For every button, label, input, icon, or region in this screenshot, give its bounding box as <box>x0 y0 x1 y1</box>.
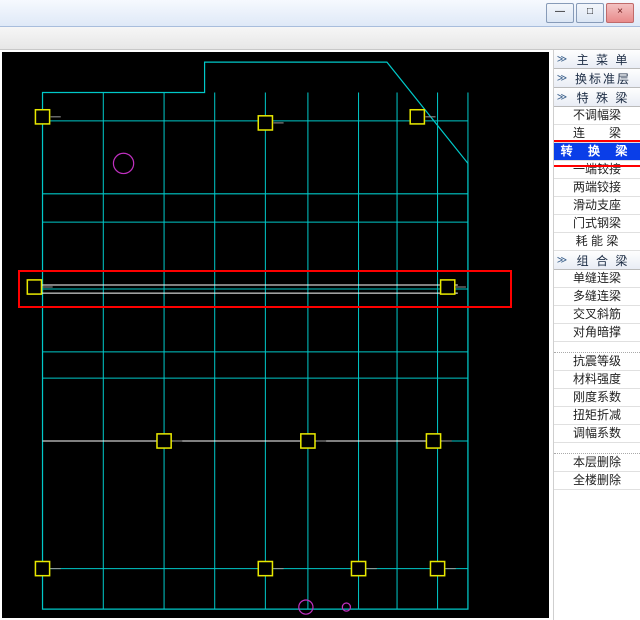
menu-item-composite[interactable]: 单缝连梁 <box>554 270 640 288</box>
menu-item-extra[interactable]: 材料强度 <box>554 371 640 389</box>
menu-head-switch[interactable]: ≫ 换标准层 <box>554 69 640 88</box>
plan-svg <box>2 52 549 618</box>
canvas-container <box>2 52 549 618</box>
special-beam-list: 不调幅梁连 梁转 换 梁一端铰接两端铰接滑动支座门式钢梁耗 能 梁 <box>554 107 640 251</box>
delete-list: 本层删除全楼删除 <box>554 454 640 490</box>
menu-item-extra[interactable]: 刚度系数 <box>554 389 640 407</box>
menu-item-special[interactable]: 连 梁 <box>554 125 640 143</box>
menu-head-composite[interactable]: ≫ 组 合 梁 <box>554 251 640 270</box>
menu-item-special[interactable]: 不调幅梁 <box>554 107 640 125</box>
menu-item-special[interactable]: 滑动支座 <box>554 197 640 215</box>
menu-head-switch-label: 换标准层 <box>570 70 636 87</box>
chevron-right-icon: ≫ <box>554 255 570 266</box>
menu-item-delete[interactable]: 本层删除 <box>554 454 640 472</box>
menu-head-special-label: 特 殊 梁 <box>570 89 636 106</box>
chevron-right-icon: ≫ <box>554 92 570 103</box>
window-buttons: — □ × <box>546 3 634 23</box>
chevron-right-icon: ≫ <box>554 54 570 65</box>
menu-item-special[interactable]: 一端铰接 <box>554 161 640 179</box>
menu-head-main[interactable]: ≫ 主 菜 单 <box>554 50 640 69</box>
window-close-button[interactable]: × <box>606 3 634 23</box>
menu-item-composite[interactable]: 交叉斜筋 <box>554 306 640 324</box>
window-maximize-button[interactable]: □ <box>576 3 604 23</box>
menu-head-main-label: 主 菜 单 <box>570 51 636 68</box>
floor-plan-canvas[interactable] <box>2 52 549 618</box>
menu-item-composite[interactable]: 多缝连梁 <box>554 288 640 306</box>
menu-separator <box>554 443 640 454</box>
menu-item-special[interactable]: 门式钢梁 <box>554 215 640 233</box>
chevron-right-icon: ≫ <box>554 73 570 84</box>
menu-separator <box>554 342 640 353</box>
menu-head-special[interactable]: ≫ 特 殊 梁 <box>554 88 640 107</box>
menu-item-extra[interactable]: 抗震等级 <box>554 353 640 371</box>
menu-item-special-selected[interactable]: 转 换 梁 <box>554 143 640 161</box>
workspace: ≫ 主 菜 单 ≫ 换标准层 ≫ 特 殊 梁 不调幅梁连 梁转 换 梁一端铰接两… <box>0 50 640 620</box>
composite-beam-list: 单缝连梁多缝连梁交叉斜筋对角暗撑 <box>554 270 640 342</box>
app-toolbar <box>0 27 640 50</box>
window-titlebar: — □ × <box>0 0 640 27</box>
menu-item-composite[interactable]: 对角暗撑 <box>554 324 640 342</box>
side-panel: ≫ 主 菜 单 ≫ 换标准层 ≫ 特 殊 梁 不调幅梁连 梁转 换 梁一端铰接两… <box>553 50 640 620</box>
window-minimize-button[interactable]: — <box>546 3 574 23</box>
menu-item-extra[interactable]: 调幅系数 <box>554 425 640 443</box>
menu-item-extra[interactable]: 扭矩折减 <box>554 407 640 425</box>
extra-props-list: 抗震等级材料强度刚度系数扭矩折减调幅系数 <box>554 353 640 443</box>
menu-item-delete[interactable]: 全楼删除 <box>554 472 640 490</box>
menu-head-composite-label: 组 合 梁 <box>570 252 636 269</box>
menu-item-special[interactable]: 耗 能 梁 <box>554 233 640 251</box>
menu-item-special[interactable]: 两端铰接 <box>554 179 640 197</box>
